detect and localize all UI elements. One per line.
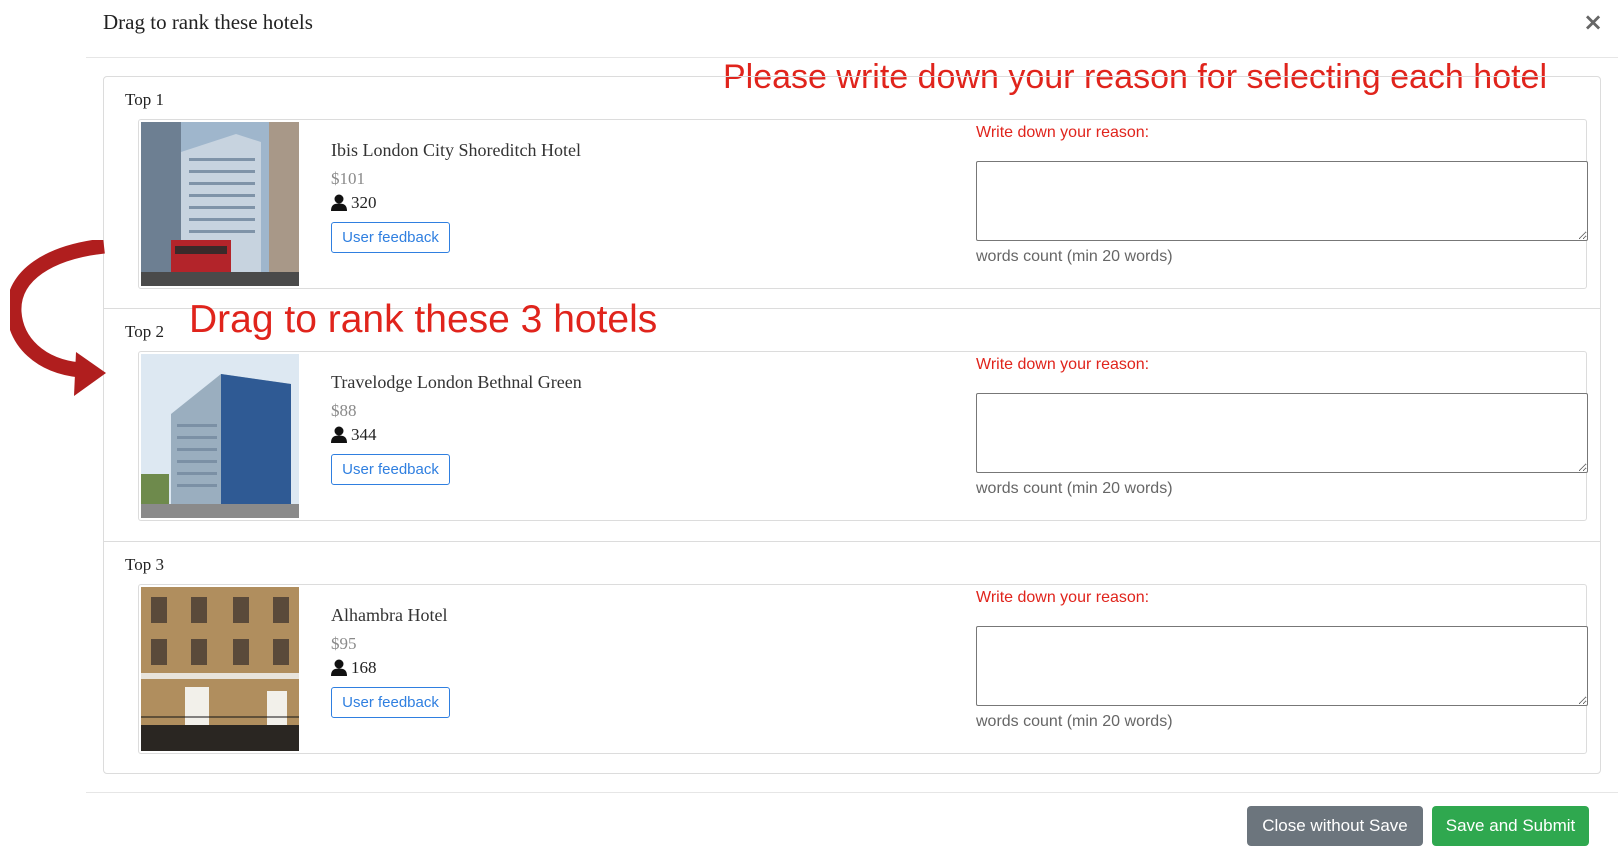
hotel-card[interactable]: Travelodge London Bethnal Green $88 344 … <box>138 351 1588 521</box>
modal-title: Drag to rank these hotels <box>103 10 313 34</box>
hotel-user-count: 320 <box>331 193 377 213</box>
close-icon[interactable]: × <box>1583 8 1603 36</box>
user-count-value: 320 <box>351 193 377 212</box>
reason-label: Write down your reason: <box>976 589 1150 606</box>
user-icon <box>331 194 347 212</box>
hotel-image <box>141 354 299 518</box>
hotel-price: $95 <box>331 634 357 653</box>
user-feedback-button[interactable]: User feedback <box>331 687 450 718</box>
hotel-user-count: 344 <box>331 425 377 445</box>
hotel-price: $101 <box>331 169 365 188</box>
hotel-name: Ibis London City Shoreditch Hotel <box>331 140 581 160</box>
reason-label: Write down your reason: <box>976 124 1150 141</box>
hotel-image <box>141 587 299 751</box>
hotel-name: Travelodge London Bethnal Green <box>331 372 582 392</box>
curved-arrow-icon <box>6 238 106 405</box>
hotel-user-count: 168 <box>331 658 377 678</box>
hotel-card[interactable]: Ibis London City Shoreditch Hotel $101 3… <box>138 119 1588 289</box>
user-icon <box>331 659 347 677</box>
user-icon <box>331 426 347 444</box>
user-count-value: 168 <box>351 658 377 677</box>
save-and-submit-button[interactable]: Save and Submit <box>1432 806 1589 846</box>
hotel-card[interactable]: Alhambra Hotel $95 168 User feedback Wri… <box>138 584 1588 754</box>
word-count: words count (min 20 words) <box>976 480 1173 497</box>
word-count: words count (min 20 words) <box>976 248 1173 265</box>
word-count: words count (min 20 words) <box>976 713 1173 730</box>
rank-section-2: Top 2 Travelodge London Bethnal Green $8… <box>104 308 1600 541</box>
rank-label: Top 1 <box>125 90 164 109</box>
annotation-drag: Drag to rank these 3 hotels <box>189 298 658 341</box>
user-feedback-button[interactable]: User feedback <box>331 454 450 485</box>
user-feedback-button[interactable]: User feedback <box>331 222 450 253</box>
rank-section-3: Top 3 Alhambra Hotel $95 168 User feedba… <box>104 541 1600 774</box>
reason-textarea[interactable] <box>976 161 1588 241</box>
reason-textarea[interactable] <box>976 626 1588 706</box>
reason-label: Write down your reason: <box>976 356 1150 373</box>
rank-label: Top 3 <box>125 555 164 574</box>
close-without-save-button[interactable]: Close without Save <box>1247 806 1423 846</box>
rank-label: Top 2 <box>125 322 164 341</box>
rank-section-1: Top 1 Ibis London City Shoreditch Hotel <box>104 77 1600 309</box>
hotel-name: Alhambra Hotel <box>331 605 448 625</box>
hotel-image <box>141 122 299 286</box>
user-count-value: 344 <box>351 425 377 444</box>
reason-textarea[interactable] <box>976 393 1588 473</box>
hotel-price: $88 <box>331 401 357 420</box>
footer-divider <box>86 792 1618 793</box>
